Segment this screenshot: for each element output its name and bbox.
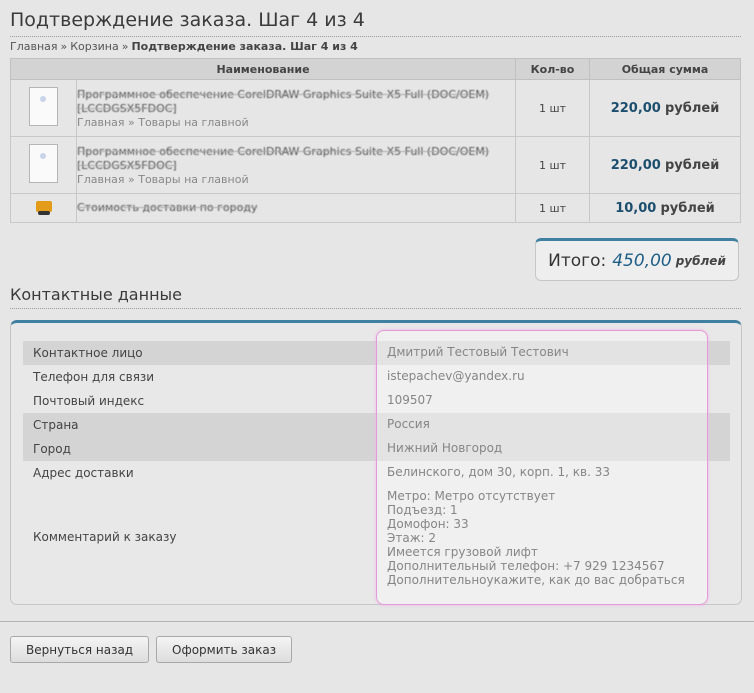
total-label: Итого: bbox=[548, 250, 607, 271]
breadcrumb: Главная» Корзина» Подтверждение заказа. Ша… bbox=[10, 40, 358, 53]
amount-currency: рублей bbox=[665, 100, 720, 116]
column-header-amount: Общая сумма bbox=[589, 58, 741, 80]
amount-currency: рублей bbox=[660, 200, 715, 216]
product-qty: 1 шт bbox=[515, 79, 590, 137]
product-name-cell: Программное обеспечение CorelDRAW Graphi… bbox=[76, 136, 516, 194]
cart-row: Программное обеспечение CorelDRAW Graphi… bbox=[10, 136, 741, 194]
truck-icon bbox=[35, 201, 52, 215]
product-amount: 220,00 рублей bbox=[589, 136, 741, 194]
delivery-name: Стоимость доставки по городу bbox=[77, 201, 258, 214]
product-thumbnail-icon[interactable] bbox=[29, 144, 58, 183]
title-divider bbox=[10, 36, 741, 37]
product-qty: 1 шт bbox=[515, 136, 590, 194]
breadcrumb-current: Подтверждение заказа. Шаг 4 из 4 bbox=[131, 40, 358, 53]
amount-value: 10,00 bbox=[615, 200, 657, 216]
total-currency: рублей bbox=[675, 253, 726, 268]
contact-label: Телефон для связи bbox=[33, 370, 155, 384]
bottom-divider bbox=[0, 621, 754, 622]
breadcrumb-cart-link[interactable]: Корзина bbox=[70, 40, 118, 53]
amount-currency: рублей bbox=[665, 157, 720, 173]
breadcrumb-home-link[interactable]: Главная bbox=[10, 40, 58, 53]
delivery-qty: 1 шт bbox=[515, 193, 590, 223]
breadcrumb-separator: » bbox=[121, 40, 129, 53]
product-category: Главная » Товары на главной bbox=[77, 172, 249, 186]
contact-label: Комментарий к заказу bbox=[33, 530, 177, 544]
section-divider bbox=[10, 308, 741, 309]
column-header-qty: Кол-во bbox=[515, 58, 590, 80]
product-thumbnail-cell bbox=[10, 79, 77, 137]
amount-value: 220,00 bbox=[610, 157, 661, 173]
cart-header-row: Наименование Кол-во Общая сумма bbox=[10, 58, 741, 80]
highlight-frame bbox=[376, 330, 708, 605]
amount-value: 220,00 bbox=[610, 100, 661, 116]
product-amount: 220,00 рублей bbox=[589, 79, 741, 137]
contacts-section-title: Контактные данные bbox=[10, 285, 183, 304]
column-header-name: Наименование bbox=[10, 58, 516, 80]
delivery-amount: 10,00 рублей bbox=[589, 193, 741, 223]
cart-table: Наименование Кол-во Общая сумма Программ… bbox=[10, 58, 741, 223]
contact-label: Страна bbox=[33, 418, 79, 432]
delivery-name-cell: Стоимость доставки по городу bbox=[76, 193, 516, 223]
product-name-link[interactable]: Программное обеспечение CorelDRAW Graphi… bbox=[77, 88, 515, 116]
breadcrumb-separator: » bbox=[60, 40, 68, 53]
back-button[interactable]: Вернуться назад bbox=[10, 636, 150, 663]
product-thumbnail-icon[interactable] bbox=[29, 87, 58, 126]
contact-label: Почтовый индекс bbox=[33, 394, 145, 408]
total-amount: 450,00 bbox=[612, 250, 672, 271]
contact-label: Город bbox=[33, 442, 71, 456]
page-title: Подтверждение заказа. Шаг 4 из 4 bbox=[10, 9, 365, 31]
contact-label: Контактное лицо bbox=[33, 346, 143, 360]
cart-row: Программное обеспечение CorelDRAW Graphi… bbox=[10, 79, 741, 137]
submit-order-button[interactable]: Оформить заказ bbox=[156, 636, 293, 663]
product-name-link[interactable]: Программное обеспечение CorelDRAW Graphi… bbox=[77, 145, 515, 173]
order-total-box: Итого: 450,00 рублей bbox=[535, 238, 739, 281]
contact-label: Адрес доставки bbox=[33, 466, 134, 480]
product-thumbnail-cell bbox=[10, 136, 77, 194]
product-name-cell: Программное обеспечение CorelDRAW Graphi… bbox=[76, 79, 516, 137]
cart-row: Стоимость доставки по городу 1 шт 10,00 … bbox=[10, 193, 741, 223]
delivery-icon-cell bbox=[10, 193, 77, 223]
product-category: Главная » Товары на главной bbox=[77, 115, 249, 129]
